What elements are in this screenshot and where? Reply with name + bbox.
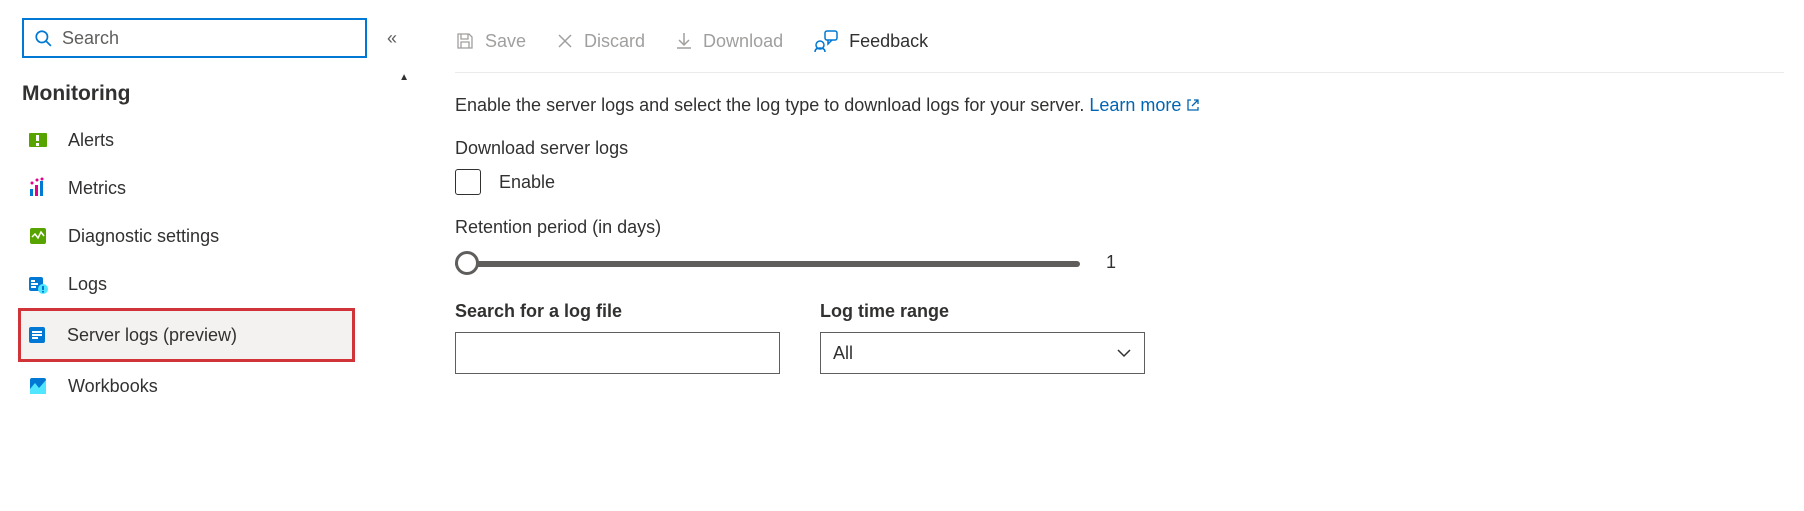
logs-icon <box>26 272 50 296</box>
sidebar-item-label: Diagnostic settings <box>68 226 219 247</box>
description-text: Enable the server logs and select the lo… <box>455 95 1804 116</box>
alerts-icon <box>26 128 50 152</box>
collapse-sidebar-icon[interactable]: « <box>387 28 397 49</box>
slider-track <box>455 261 1080 267</box>
sidebar-item-diagnostic-settings[interactable]: Diagnostic settings <box>22 212 415 260</box>
download-logs-label: Download server logs <box>455 138 1804 159</box>
search-input[interactable] <box>62 28 355 49</box>
sidebar-item-label: Metrics <box>68 178 126 199</box>
discard-label: Discard <box>584 31 645 52</box>
sidebar-item-label: Workbooks <box>68 376 158 397</box>
retention-value: 1 <box>1106 252 1116 273</box>
sidebar-item-label: Alerts <box>68 130 114 151</box>
search-box[interactable] <box>22 18 367 58</box>
download-icon <box>675 31 693 51</box>
command-bar: Save Discard Download Feedback <box>455 18 1784 73</box>
feedback-button[interactable]: Feedback <box>813 30 928 52</box>
log-time-range-value: All <box>833 343 853 364</box>
sidebar-item-label: Server logs (preview) <box>67 325 237 346</box>
sidebar-item-metrics[interactable]: Metrics <box>22 164 415 212</box>
retention-slider[interactable] <box>455 253 1080 273</box>
sidebar-item-server-logs[interactable]: Server logs (preview) <box>18 308 355 362</box>
scroll-up-icon[interactable]: ▲ <box>399 72 409 83</box>
discard-icon <box>556 32 574 50</box>
feedback-label: Feedback <box>849 31 928 52</box>
log-time-range-label: Log time range <box>820 301 1145 322</box>
save-icon <box>455 31 475 51</box>
download-button: Download <box>675 31 783 52</box>
search-icon <box>34 29 52 47</box>
chevron-down-icon <box>1116 348 1132 358</box>
sidebar: « ▲ Monitoring Alerts Metrics Diagnostic… <box>0 0 415 511</box>
save-button: Save <box>455 31 526 52</box>
server-logs-icon <box>25 323 49 347</box>
diagnostic-icon <box>26 224 50 248</box>
sidebar-item-label: Logs <box>68 274 107 295</box>
main-content: Save Discard Download Feedback Enable th… <box>415 0 1804 511</box>
save-label: Save <box>485 31 526 52</box>
slider-thumb[interactable] <box>455 251 479 275</box>
sidebar-item-alerts[interactable]: Alerts <box>22 116 415 164</box>
search-log-input[interactable] <box>455 332 780 374</box>
sidebar-item-workbooks[interactable]: Workbooks <box>22 362 415 410</box>
retention-label: Retention period (in days) <box>455 217 1804 238</box>
enable-label: Enable <box>499 172 555 193</box>
metrics-icon <box>26 176 50 200</box>
discard-button: Discard <box>556 31 645 52</box>
log-time-range-select[interactable]: All <box>820 332 1145 374</box>
download-label: Download <box>703 31 783 52</box>
section-header-monitoring: Monitoring <box>22 82 415 106</box>
search-log-label: Search for a log file <box>455 301 780 322</box>
workbooks-icon <box>26 374 50 398</box>
sidebar-item-logs[interactable]: Logs <box>22 260 415 308</box>
feedback-icon <box>813 30 839 52</box>
learn-more-link[interactable]: Learn more <box>1089 95 1200 115</box>
enable-checkbox[interactable] <box>455 169 481 195</box>
external-link-icon <box>1186 95 1200 115</box>
